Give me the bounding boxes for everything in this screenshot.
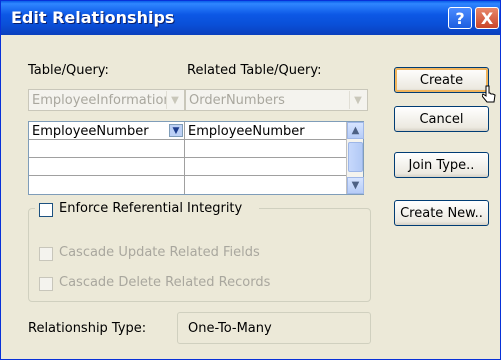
scroll-down-icon[interactable]: ▼ [347,177,364,194]
create-button-label: Create [419,72,464,88]
create-new-button[interactable]: Create New.. [394,200,489,226]
enforce-integrity-checkbox[interactable] [39,203,53,217]
help-button[interactable]: ? [448,7,472,29]
grid-cell-related-field[interactable] [185,140,347,158]
related-table-query-label: Related Table/Query: [187,63,322,78]
grid-cell-primary-field[interactable] [29,158,185,176]
relationship-type-label: Relationship Type: [28,321,147,336]
scroll-up-icon[interactable]: ▲ [347,122,364,139]
edit-relationships-dialog: Edit Relationships ? X Table/Query: Rela… [0,0,501,360]
scroll-thumb[interactable] [348,142,363,172]
related-table-query-value: OrderNumbers [189,93,285,108]
grid-cell-related-field[interactable] [185,176,347,194]
create-new-button-label: Create New.. [400,205,483,221]
related-table-query-combo[interactable]: OrderNumbers ▼ [185,89,368,111]
field-mapping-grid: EmployeeNumber ▼ EmployeeNumber ▲ ▼ [28,121,364,195]
cascade-delete-label[interactable]: Cascade Delete Related Records [59,275,270,290]
grid-scrollbar[interactable]: ▲ ▼ [346,122,364,194]
table-query-combo[interactable]: EmployeeInformation ▼ [28,89,185,111]
mouse-pointer-icon [482,85,496,103]
cancel-button[interactable]: Cancel [394,106,489,132]
grid-cell-primary-field[interactable]: EmployeeNumber [29,122,185,140]
related-field-value: EmployeeNumber [188,124,305,139]
join-type-button[interactable]: Join Type.. [394,152,489,178]
close-icon: X [480,8,494,28]
close-button[interactable]: X [475,7,499,29]
relationship-type-box: One-To-Many [177,312,371,344]
grid-cell-primary-field[interactable] [29,140,185,158]
dialog-title: Edit Relationships [11,8,175,27]
grid-cell-primary-field[interactable] [29,176,185,194]
primary-field-value: EmployeeNumber [32,124,149,139]
grid-cell-related-field[interactable]: EmployeeNumber [185,122,347,140]
grid-cell-related-field[interactable] [185,158,347,176]
help-icon: ? [455,8,465,28]
cancel-button-label: Cancel [419,111,464,127]
chevron-down-icon[interactable]: ▼ [169,124,183,137]
title-bar[interactable]: Edit Relationships ? X [1,1,500,35]
enforce-integrity-label[interactable]: Enforce Referential Integrity [59,201,242,216]
relationship-type-value: One-To-Many [188,321,272,336]
table-query-value: EmployeeInformation [32,93,167,108]
cascade-update-checkbox[interactable] [39,247,53,261]
create-button[interactable]: Create [394,67,489,93]
cascade-delete-checkbox[interactable] [39,277,53,291]
chevron-down-icon: ▼ [349,91,366,109]
chevron-down-icon: ▼ [166,91,183,109]
join-type-button-label: Join Type.. [408,157,475,173]
table-query-label: Table/Query: [28,63,109,78]
cascade-update-label[interactable]: Cascade Update Related Fields [59,245,260,260]
